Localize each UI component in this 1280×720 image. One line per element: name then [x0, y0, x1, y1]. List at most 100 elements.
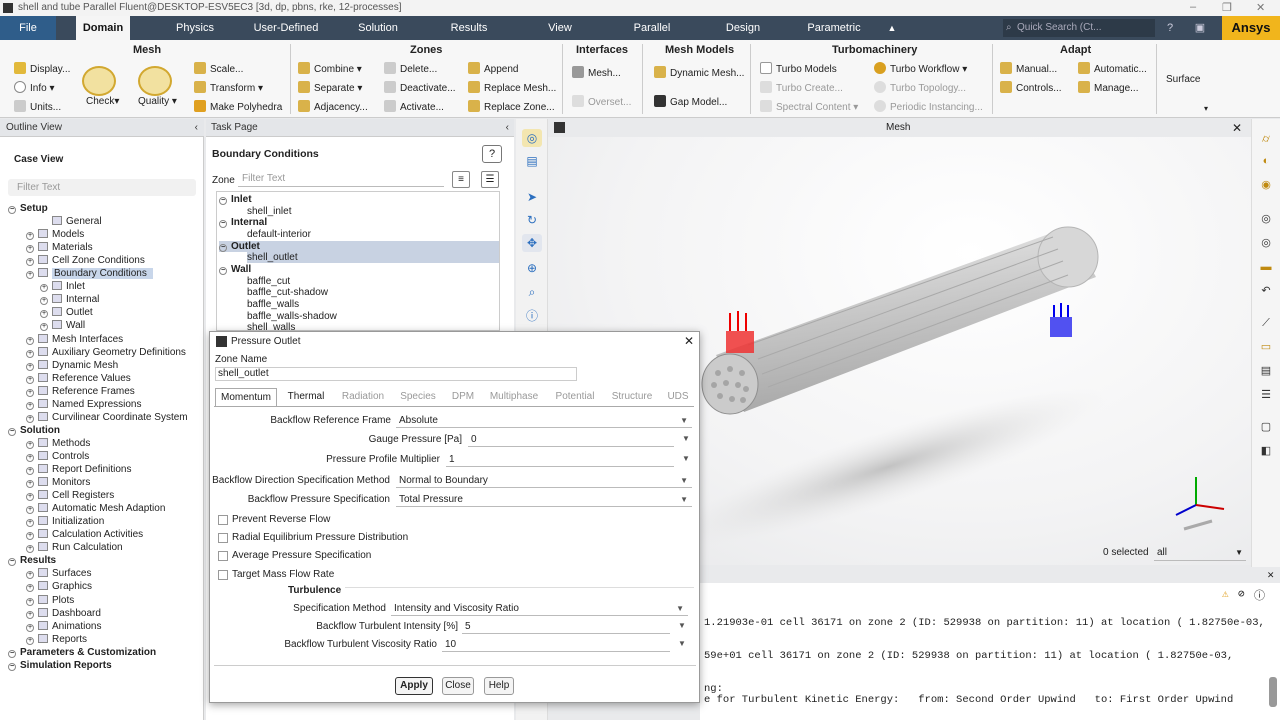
- replace-mesh-button[interactable]: Replace Mesh...: [468, 81, 556, 94]
- maximize-icon[interactable]: ❐: [1222, 1, 1232, 14]
- interfaces-mesh-button[interactable]: Mesh...: [572, 66, 621, 79]
- zone-item[interactable]: baffle_walls-shadow: [247, 311, 337, 322]
- expand-toggle-icon[interactable]: +: [26, 349, 34, 358]
- expand-toggle-icon[interactable]: +: [40, 284, 48, 293]
- backflow-reference-frame-dropdown[interactable]: Absolute ▼: [396, 413, 692, 428]
- scale-button[interactable]: Scale...: [194, 62, 243, 75]
- collapse-group-icon[interactable]: −: [219, 243, 227, 252]
- expand-toggle-icon[interactable]: +: [26, 623, 34, 632]
- tab-parametric[interactable]: Parametric: [800, 16, 868, 40]
- close-dialog-icon[interactable]: ✕: [684, 334, 694, 348]
- turbo-models-checkbox[interactable]: Turbo Models: [760, 62, 837, 75]
- minimize-icon[interactable]: –: [1190, 1, 1196, 13]
- tab-parallel[interactable]: Parallel: [624, 16, 680, 40]
- tab-physics[interactable]: Physics: [168, 16, 222, 40]
- list-icon[interactable]: ☰: [1257, 387, 1275, 403]
- transform-button[interactable]: Transform ▾: [194, 81, 263, 94]
- expand-toggle-icon[interactable]: +: [26, 597, 34, 606]
- expand-toggle-icon[interactable]: +: [26, 401, 34, 410]
- dynamic-mesh-button[interactable]: Dynamic Mesh...: [654, 66, 744, 79]
- make-polyhedra-button[interactable]: Make Polyhedra: [194, 100, 282, 113]
- expand-toggle-icon[interactable]: +: [26, 519, 34, 528]
- zone-item[interactable]: shell_inlet: [247, 206, 291, 217]
- outline-tree-item[interactable]: + Dynamic Mesh: [26, 359, 118, 371]
- zone-item[interactable]: baffle_cut: [247, 276, 290, 287]
- backflow-direction-dropdown[interactable]: Normal to Boundary ▼: [396, 473, 692, 488]
- chevron-down-icon[interactable]: ▼: [682, 434, 690, 443]
- collapse-group-icon[interactable]: −: [219, 266, 227, 275]
- zone-group[interactable]: − Internal: [219, 217, 267, 229]
- turbo-workflow-button[interactable]: Turbo Workflow ▾: [874, 62, 967, 75]
- mesh-display-icon[interactable]: ◎: [522, 129, 542, 147]
- rotate-icon[interactable]: ↻: [522, 211, 542, 229]
- expand-toggle-icon[interactable]: +: [26, 467, 34, 475]
- outline-tree-item[interactable]: + Animations: [26, 620, 101, 632]
- pointer-icon[interactable]: ➤: [522, 188, 542, 206]
- expand-toggle-icon[interactable]: +: [26, 610, 34, 619]
- outline-tree-item[interactable]: + Surfaces: [26, 568, 91, 580]
- outline-tree-item[interactable]: +General: [40, 216, 102, 227]
- outline-filter-input[interactable]: Filter Text: [8, 179, 196, 196]
- spectral-content-button[interactable]: Spectral Content ▾: [760, 100, 858, 113]
- outline-tree-item[interactable]: + Monitors: [26, 477, 90, 489]
- adapt-manage-button[interactable]: Manage...: [1078, 81, 1138, 94]
- clear-console-icon[interactable]: ⊘: [1238, 587, 1245, 601]
- adjacency-button[interactable]: Adjacency...: [298, 100, 368, 113]
- info-button[interactable]: Info ▾: [14, 81, 55, 94]
- collapse-group-icon[interactable]: −: [219, 197, 227, 205]
- outline-tree-item[interactable]: − Solution: [8, 425, 60, 436]
- tab-species[interactable]: Species: [393, 388, 443, 406]
- window-icon[interactable]: ▢: [1257, 419, 1275, 435]
- outline-tree-item[interactable]: + Report Definitions: [26, 464, 131, 475]
- expand-toggle-icon[interactable]: +: [40, 297, 48, 306]
- outline-tree-item[interactable]: + Calculation Activities: [26, 529, 143, 541]
- help-icon[interactable]: ?: [1162, 16, 1178, 40]
- zoom-box-icon[interactable]: ⊕: [522, 259, 542, 277]
- expand-toggle-icon[interactable]: −: [8, 427, 16, 436]
- plot-icon[interactable]: ⟋: [1257, 315, 1275, 331]
- expand-toggle-icon[interactable]: +: [26, 480, 34, 489]
- outline-tree-item[interactable]: + Graphics: [26, 581, 92, 593]
- outline-tree-item[interactable]: − Setup: [8, 203, 48, 214]
- adapt-manual-button[interactable]: Manual...: [1000, 62, 1057, 75]
- expand-toggle-icon[interactable]: −: [8, 649, 16, 658]
- graphics-icon[interactable]: ▤: [522, 152, 542, 170]
- outline-tree-item[interactable]: + Run Calculation: [26, 542, 123, 554]
- display-button[interactable]: Display...: [14, 62, 70, 75]
- outline-tree-item[interactable]: + Boundary Conditions: [26, 268, 153, 280]
- tab-potential[interactable]: Potential: [547, 388, 603, 406]
- expand-toggle-icon[interactable]: +: [26, 375, 34, 384]
- expand-toggle-icon[interactable]: +: [40, 323, 48, 332]
- expand-toggle-icon[interactable]: +: [26, 414, 34, 423]
- quality-icon[interactable]: [138, 66, 172, 96]
- help-button[interactable]: Help: [484, 677, 514, 695]
- collapse-task-page-icon[interactable]: ‹: [506, 119, 509, 137]
- expand-toggle-icon[interactable]: +: [26, 636, 34, 645]
- undo-view-icon[interactable]: ↶: [1257, 283, 1275, 299]
- close-button[interactable]: Close: [442, 677, 474, 695]
- zone-filter-input[interactable]: Filter Text: [238, 173, 444, 187]
- backflow-turbulent-intensity-field[interactable]: 5: [462, 619, 670, 634]
- outline-tree-item[interactable]: + Automatic Mesh Adaption: [26, 503, 165, 515]
- selection-filter-dropdown[interactable]: all ▼: [1154, 545, 1246, 561]
- tab-thermal[interactable]: Thermal: [279, 388, 333, 406]
- warning-icon[interactable]: ⚠: [1222, 587, 1229, 601]
- expand-toggle-icon[interactable]: +: [40, 310, 48, 319]
- periodic-instancing-button[interactable]: Periodic Instancing...: [874, 100, 983, 113]
- outline-tree-item[interactable]: + Curvilinear Coordinate System: [26, 411, 188, 423]
- outline-tree-item[interactable]: + Wall: [40, 320, 85, 332]
- outline-tree-item[interactable]: + Reports: [26, 633, 87, 645]
- outline-tree-item[interactable]: + Cell Zone Conditions: [26, 255, 145, 267]
- tab-solution[interactable]: Solution: [350, 16, 406, 40]
- append-button[interactable]: Append: [468, 62, 518, 75]
- pan-icon[interactable]: ✥: [522, 234, 542, 252]
- average-pressure-checkbox[interactable]: [218, 551, 228, 561]
- zone-item[interactable]: shell_outlet: [247, 252, 499, 264]
- expand-toggle-icon[interactable]: +: [26, 440, 34, 449]
- tab-file[interactable]: File: [0, 16, 56, 40]
- prevent-reverse-flow-checkbox[interactable]: [218, 515, 228, 525]
- close-window-icon[interactable]: ✕: [1256, 1, 1265, 14]
- check-icon[interactable]: [82, 66, 116, 96]
- zone-group[interactable]: − Wall: [219, 264, 251, 275]
- sort-list-icon[interactable]: ☰: [481, 171, 499, 188]
